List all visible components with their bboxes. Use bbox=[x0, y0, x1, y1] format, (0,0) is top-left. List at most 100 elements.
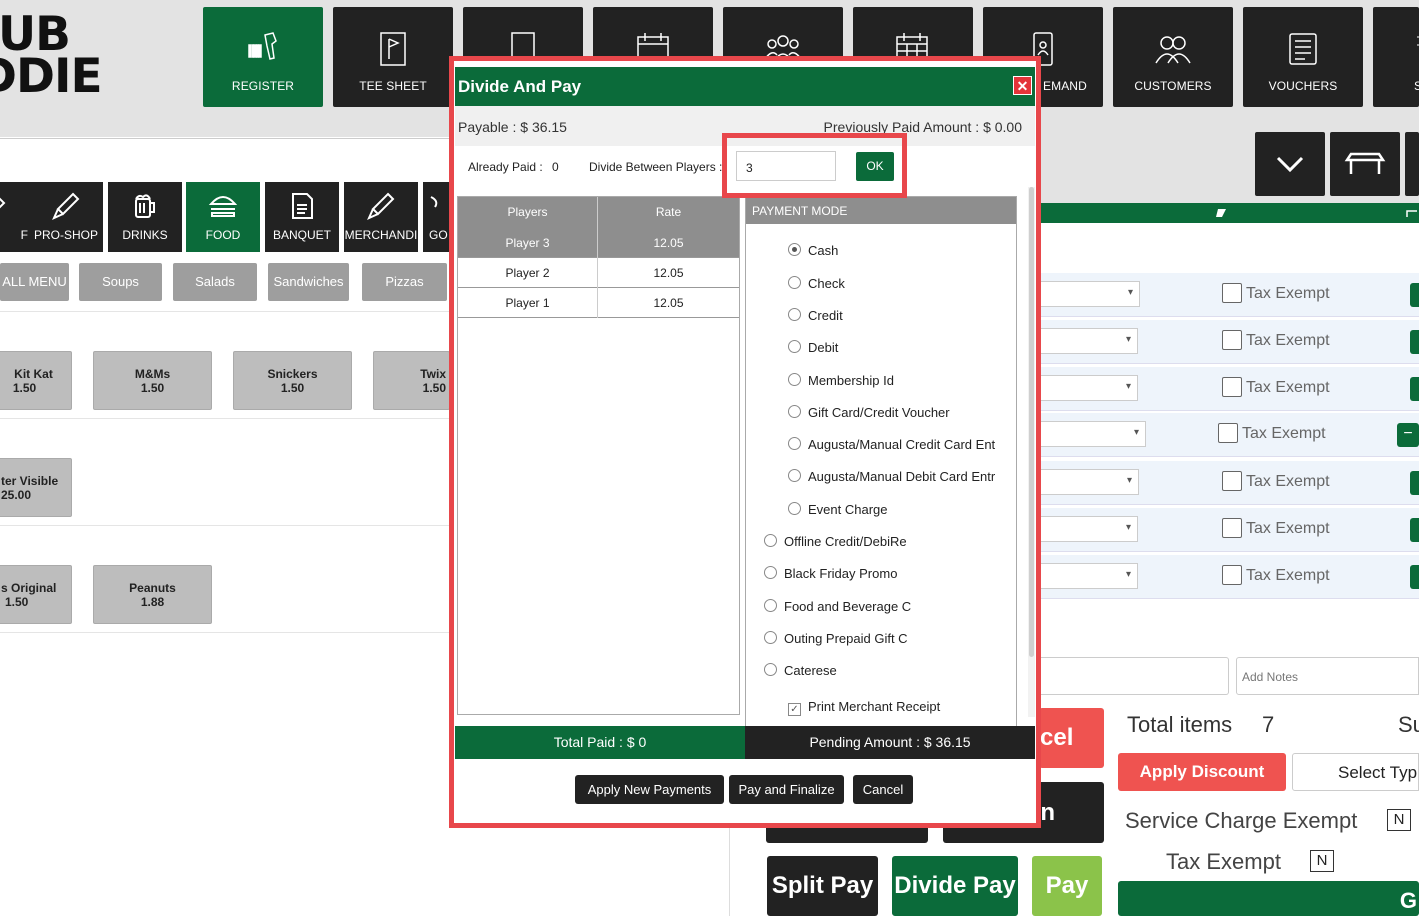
item-visible[interactable]: ter Visible 25.00 bbox=[0, 458, 72, 517]
menu-salads[interactable]: Salads bbox=[173, 263, 257, 301]
modifier-select[interactable] bbox=[1040, 328, 1138, 354]
split-pay-button[interactable]: Split Pay bbox=[767, 856, 878, 916]
divide-pay-button[interactable]: Divide Pay bbox=[892, 856, 1018, 916]
category-pro-shop[interactable]: PRO-SHOP bbox=[29, 182, 103, 252]
pay-button[interactable]: Pay bbox=[1032, 856, 1102, 916]
line-action-button[interactable] bbox=[1410, 377, 1419, 401]
table-row[interactable]: Player 1 12.05 bbox=[458, 288, 739, 318]
discount-type-select[interactable]: Select Typ bbox=[1292, 753, 1419, 791]
go-button[interactable]: G bbox=[1118, 881, 1419, 916]
radio-icon[interactable] bbox=[788, 405, 801, 418]
radio-icon[interactable] bbox=[764, 566, 777, 579]
line-action-button[interactable] bbox=[1410, 471, 1419, 495]
payment-mode-option[interactable]: Offline Credit/DebiRe bbox=[764, 534, 907, 549]
nav-tee-sheet-button[interactable]: TEE SHEET bbox=[333, 7, 453, 107]
item-kit-kat[interactable]: Kit Kat 1.50 bbox=[0, 351, 72, 410]
radio-icon[interactable] bbox=[788, 243, 801, 256]
nav-customers-button[interactable]: CUSTOMERS bbox=[1113, 7, 1233, 107]
nav-more-button[interactable]: S bbox=[1373, 7, 1419, 107]
radio-icon[interactable] bbox=[764, 663, 777, 676]
payment-mode-option[interactable]: Membership Id bbox=[788, 373, 894, 388]
radio-icon[interactable] bbox=[788, 340, 801, 353]
modifier-select[interactable] bbox=[1040, 516, 1138, 542]
payment-mode-option[interactable]: Food and Beverage C bbox=[764, 599, 911, 614]
table-row[interactable]: Player 3 12.05 bbox=[458, 228, 739, 258]
menu-soups[interactable]: Soups bbox=[79, 263, 162, 301]
add-notes-input[interactable]: Add Notes bbox=[1236, 657, 1419, 695]
radio-icon[interactable] bbox=[788, 469, 801, 482]
print-merchant-receipt-option[interactable]: ✓ Print Merchant Receipt bbox=[788, 699, 940, 716]
item-mms[interactable]: M&Ms 1.50 bbox=[93, 351, 212, 410]
modifier-select[interactable] bbox=[1040, 563, 1138, 589]
payment-mode-option[interactable]: Black Friday Promo bbox=[764, 566, 897, 581]
modifier-select[interactable] bbox=[1040, 375, 1138, 401]
modifier-select[interactable] bbox=[1040, 469, 1139, 495]
category-golf[interactable]: GO bbox=[423, 182, 450, 252]
scrollbar[interactable] bbox=[1028, 187, 1035, 717]
item-snickers[interactable]: Snickers 1.50 bbox=[233, 351, 352, 410]
expand-button[interactable] bbox=[1255, 132, 1325, 196]
more-toolbar-button[interactable] bbox=[1405, 132, 1419, 196]
tax-exempt-checkbox[interactable] bbox=[1218, 423, 1238, 443]
tax-exempt-checkbox[interactable] bbox=[1222, 518, 1242, 538]
apply-discount-button[interactable]: Apply Discount bbox=[1118, 753, 1286, 791]
payment-mode-option[interactable]: Augusta/Manual Debit Card Entr bbox=[788, 469, 995, 484]
item-peanuts[interactable]: Peanuts 1.88 bbox=[93, 565, 212, 624]
tax-exempt-checkbox[interactable] bbox=[1222, 283, 1242, 303]
service-charge-exempt-flag[interactable]: N bbox=[1387, 809, 1411, 831]
table-row[interactable]: Player 2 12.05 bbox=[458, 258, 739, 288]
tax-exempt-checkbox[interactable] bbox=[1222, 471, 1242, 491]
cancel-order-button[interactable]: cel bbox=[1039, 708, 1104, 768]
category-drinks[interactable]: DRINKS bbox=[108, 182, 182, 252]
checkbox-checked-icon[interactable]: ✓ bbox=[788, 703, 801, 716]
item-original[interactable]: s Original 1.50 bbox=[0, 565, 72, 624]
category-food[interactable]: FOOD bbox=[186, 182, 260, 252]
category-button-f[interactable]: F bbox=[0, 182, 30, 252]
pay-and-finalize-button[interactable]: Pay and Finalize bbox=[729, 775, 844, 804]
radio-icon[interactable] bbox=[788, 308, 801, 321]
radio-icon[interactable] bbox=[788, 276, 801, 289]
tax-exempt-checkbox[interactable] bbox=[1222, 330, 1242, 350]
payment-mode-option[interactable]: Check bbox=[788, 276, 845, 291]
tax-exempt-checkbox[interactable] bbox=[1222, 377, 1242, 397]
payment-mode-option[interactable]: Debit bbox=[788, 340, 838, 355]
line-action-button[interactable] bbox=[1410, 330, 1419, 354]
radio-icon[interactable] bbox=[764, 599, 777, 612]
menu-all[interactable]: ALL MENU bbox=[0, 263, 69, 301]
table-button[interactable] bbox=[1330, 132, 1400, 196]
menu-pizzas[interactable]: Pizzas bbox=[362, 263, 447, 301]
line-action-button[interactable] bbox=[1410, 283, 1419, 307]
radio-icon[interactable] bbox=[788, 502, 801, 515]
search-bar[interactable] bbox=[0, 138, 450, 180]
tax-exempt-checkbox[interactable] bbox=[1222, 565, 1242, 585]
modifier-select[interactable] bbox=[1040, 421, 1146, 447]
category-merchandise[interactable]: MERCHANDI bbox=[344, 182, 418, 252]
payment-mode-option[interactable]: Cash bbox=[788, 243, 838, 258]
payment-mode-option[interactable]: Caterese bbox=[764, 663, 837, 678]
payment-mode-option[interactable]: Outing Prepaid Gift C bbox=[764, 631, 908, 646]
line-action-button[interactable] bbox=[1410, 518, 1419, 542]
payment-mode-option[interactable]: Gift Card/Credit Voucher bbox=[788, 405, 950, 420]
apply-new-payments-button[interactable]: Apply New Payments bbox=[575, 775, 724, 804]
line-action-button[interactable]: − bbox=[1397, 423, 1419, 447]
item-twix[interactable]: Twix 1.50 bbox=[373, 351, 450, 410]
line-action-button[interactable] bbox=[1410, 565, 1419, 589]
nav-label: TEE SHEET bbox=[359, 79, 427, 93]
cancel-button[interactable]: Cancel bbox=[853, 775, 913, 804]
tax-exempt-flag[interactable]: N bbox=[1310, 850, 1334, 872]
nav-register-button[interactable]: REGISTER bbox=[203, 7, 323, 107]
scrollbar-thumb[interactable] bbox=[1029, 187, 1034, 657]
nav-vouchers-button[interactable]: VOUCHERS bbox=[1243, 7, 1363, 107]
menu-sandwiches[interactable]: Sandwiches bbox=[268, 263, 349, 301]
radio-icon[interactable] bbox=[764, 534, 777, 547]
radio-icon[interactable] bbox=[764, 631, 777, 644]
radio-icon[interactable] bbox=[788, 437, 801, 450]
radio-icon[interactable] bbox=[788, 373, 801, 386]
modifier-select[interactable] bbox=[1040, 281, 1140, 307]
close-icon[interactable]: ✕ bbox=[1013, 76, 1032, 95]
category-banquet[interactable]: BANQUET bbox=[265, 182, 339, 252]
payment-mode-option[interactable]: Credit bbox=[788, 308, 843, 323]
payment-mode-option[interactable]: Event Charge bbox=[788, 502, 888, 517]
payment-mode-option[interactable]: Augusta/Manual Credit Card Ent bbox=[788, 437, 995, 452]
order-note-field[interactable] bbox=[1040, 657, 1229, 695]
